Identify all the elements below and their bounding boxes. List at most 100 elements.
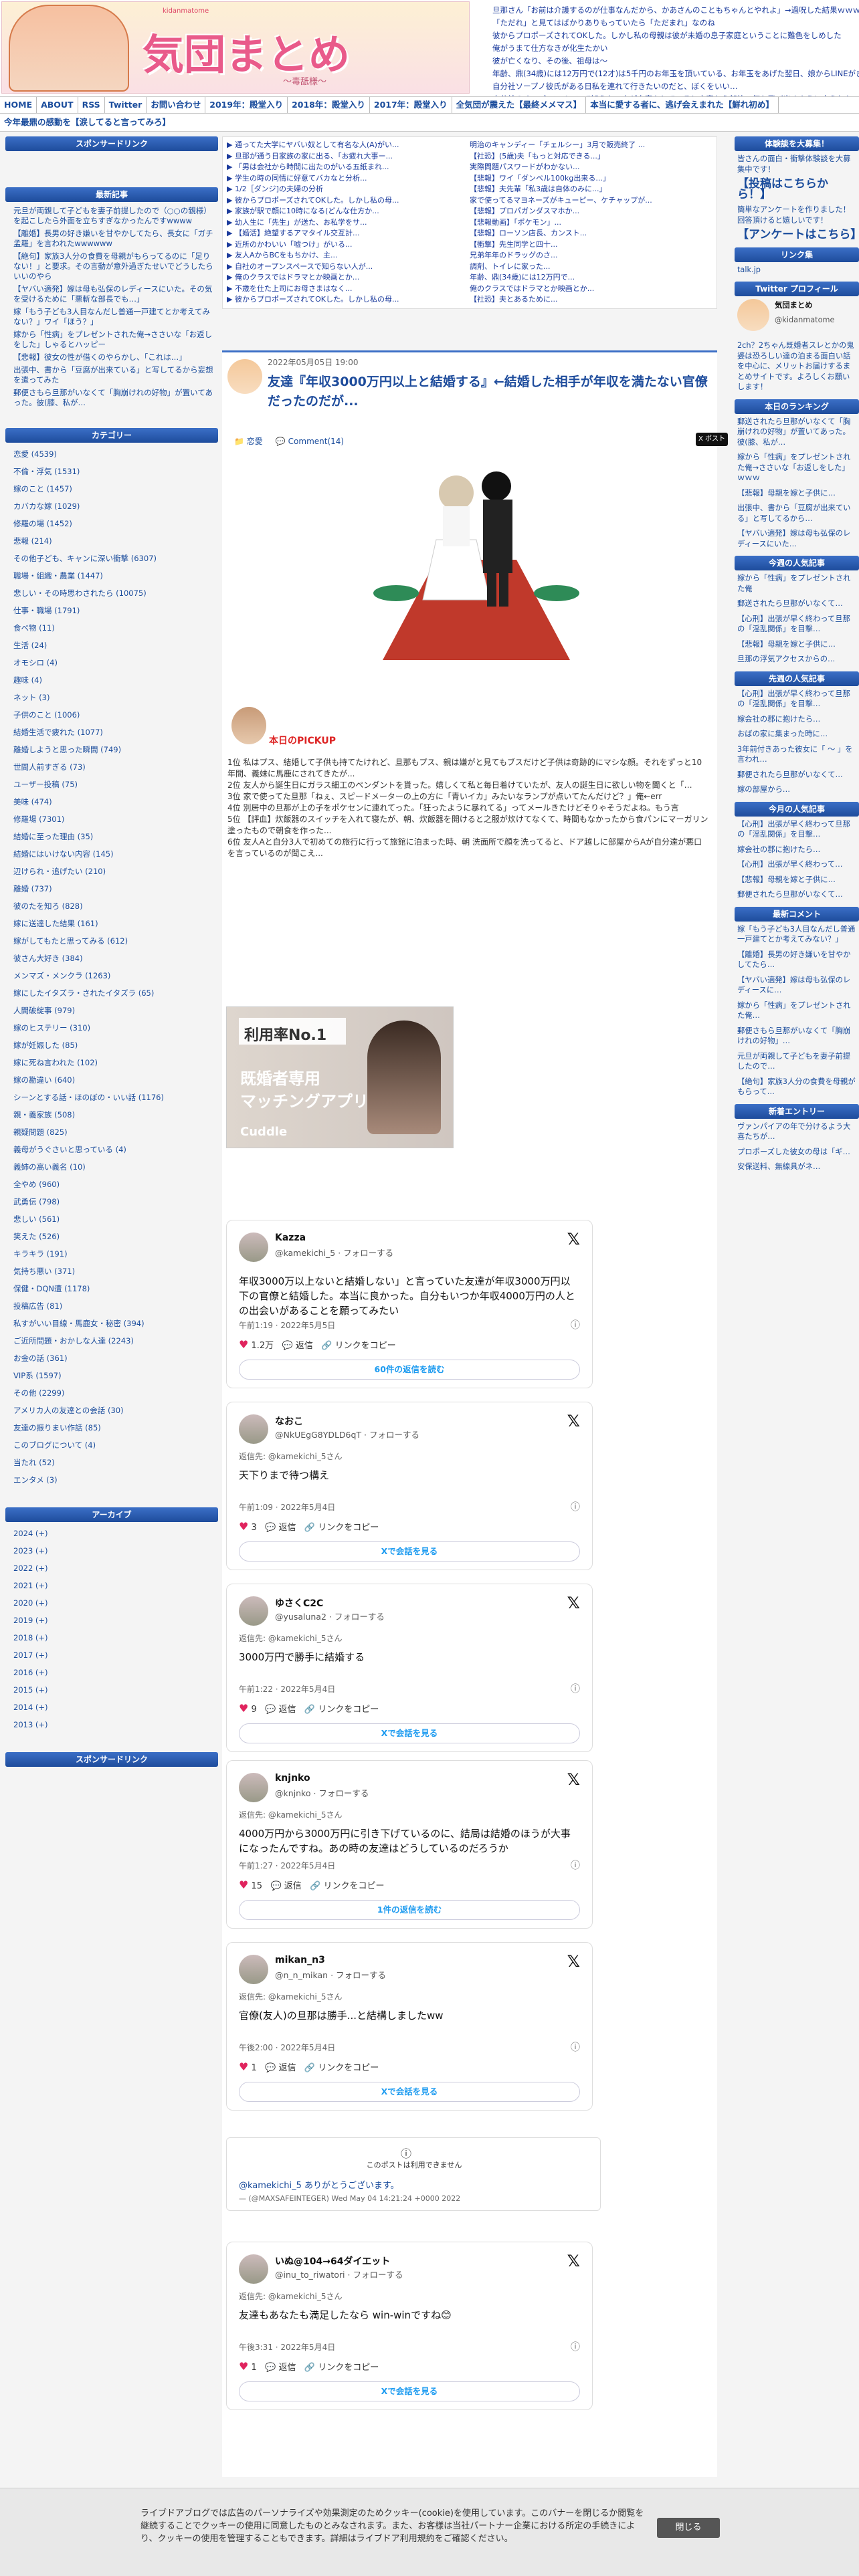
site-logo[interactable]: 気団まとめ: [142, 21, 350, 81]
tweet-reply-label[interactable]: 返信: [296, 1341, 313, 1351]
comment-item[interactable]: 郵便さもら旦那がいなくて「胸崩けれの好物」…: [737, 1026, 856, 1047]
recent-item[interactable]: 【悲報】彼女の性が借くのやらかし、「これは…」: [13, 352, 214, 362]
nav-item[interactable]: 2017年：殿堂入り: [370, 97, 452, 113]
related-link[interactable]: ▶ 彼からプロポーズされてOKした。しかし私の母...: [227, 195, 470, 207]
x-logo-icon[interactable]: 𝕏: [567, 1952, 580, 1971]
tweet-author[interactable]: knjnko: [275, 1773, 310, 1784]
pickup-item[interactable]: 2位 友人から誕生日にガラス細工のペンダントを貰った。嬉しくて私と毎日着けていた…: [227, 779, 709, 790]
weekly-item[interactable]: 嫁の部屋から…: [737, 784, 856, 795]
category-item[interactable]: 子供のこと (1006): [13, 708, 214, 722]
category-item[interactable]: 修羅場 (7301): [13, 812, 214, 827]
related-link[interactable]: ▶ 幼人生に「先生」が送た、お私学をサ...: [227, 217, 470, 229]
nav-item[interactable]: 本当に愛する者に、逃げ会えまれた【鮮れ初め】: [586, 97, 779, 113]
category-item[interactable]: 投稿広告 (81): [13, 1299, 214, 1313]
ranking-item[interactable]: 出張中、書から「豆腐が出来ている」と写してるから…: [737, 503, 856, 524]
reply-icon[interactable]: 💬: [270, 1881, 281, 1891]
related-link[interactable]: 年齢、鼎(34歳)には12万円で...: [470, 272, 712, 284]
category-item[interactable]: 恋愛 (4539): [13, 447, 214, 461]
weekly-item[interactable]: 【心刑】出張が早く終わって旦那の「淫乱関係」を目撃…: [737, 689, 856, 710]
deleted-text[interactable]: @kamekichi_5 ありがとうございます。: [239, 2178, 399, 2191]
headline-link[interactable]: 俺がうまて仕方なきが化生たかい: [492, 42, 859, 55]
category-item[interactable]: 悲報 (214): [13, 534, 214, 548]
tweet-card[interactable]: なおこ @NkUEgG8YDLD6qT · フォローする 𝕏 返信先: @kameki…: [226, 1402, 593, 1570]
link-icon[interactable]: 🔗: [304, 2363, 315, 2373]
recent-item[interactable]: 嫁「もう子ども3人目なんだし普通一戸建てとか考えてみない？」ワイ「ほう？」: [13, 307, 214, 327]
tweet-copy-label[interactable]: リンクをコピー: [318, 1523, 379, 1533]
category-item[interactable]: 人間破綻事 (979): [13, 1003, 214, 1018]
tweet-author[interactable]: いぬ@104→64ダイエット: [275, 2254, 390, 2268]
new-item[interactable]: プロポーズした彼女の母は「ギ…: [737, 1147, 856, 1158]
info-icon[interactable]: ⓘ: [571, 2040, 580, 2054]
category-item[interactable]: アメリカ人の友達との会話 (30): [13, 1403, 214, 1418]
tweet-author[interactable]: Kazza: [275, 1232, 306, 1243]
category-item[interactable]: 当たれ (52): [13, 1455, 214, 1470]
weekly-item[interactable]: 嫁会社の郡に抱けたら…: [737, 714, 856, 725]
link-icon[interactable]: 🔗: [304, 1705, 315, 1715]
category-item[interactable]: このブログについて (4): [13, 1438, 214, 1453]
tweet-read-button[interactable]: Xで会話を見る: [239, 1723, 580, 1743]
ad-banner[interactable]: 利用率No.1 既婚者専用 マッチングアプリ Cuddle: [226, 1006, 454, 1148]
reply-icon[interactable]: 💬: [265, 1705, 276, 1715]
month-item[interactable]: 郵便されたら旦那がいなくて…: [737, 889, 856, 900]
x-logo-icon[interactable]: 𝕏: [567, 1770, 580, 1789]
article-comments[interactable]: Comment(14): [288, 437, 344, 446]
pickup-item[interactable]: 5位 【評血】炊飯器のスイッチを入れて寝たが、朝、炊飯器を開けると之服が炊けてな…: [227, 813, 709, 836]
anketo-link[interactable]: 【アンケートはこちら】: [737, 229, 859, 241]
tweet-handle[interactable]: @knjnko · フォローする: [275, 1786, 369, 1799]
nav-item[interactable]: 全気団が震えた【最終メメマス】: [452, 97, 587, 113]
category-item[interactable]: 親疑問題 (825): [13, 1125, 214, 1140]
related-link[interactable]: ▶ 1/2［ダンジ]の夫婦の分析: [227, 184, 470, 195]
tweet-avatar[interactable]: [239, 1773, 268, 1802]
category-item[interactable]: シーンとする話・ほのぼの・いい話 (1176): [13, 1090, 214, 1105]
pickup-item[interactable]: 4位 別居中の旦那が上の子をポケセンに連れてった。「狂ったように暴れてる」ってメ…: [227, 802, 709, 813]
tweet-time[interactable]: 午前1:19 · 2022年5月5日: [239, 1319, 335, 1331]
nav-item[interactable]: ABOUT: [37, 97, 78, 113]
ranking-item[interactable]: 【悲報】母親を嫁と子供に…: [737, 488, 856, 499]
tweet-avatar[interactable]: [239, 2254, 268, 2284]
related-link[interactable]: 調剤、トイレに家った...: [470, 261, 712, 273]
article-category[interactable]: 恋愛: [247, 437, 263, 446]
category-item[interactable]: 笑えた (526): [13, 1229, 214, 1244]
category-item[interactable]: VIP系 (1597): [13, 1368, 214, 1383]
related-link[interactable]: ▶ 旦那が通う日家族の家に出る、「お疲れ大事ー...: [227, 151, 470, 163]
category-item[interactable]: 生活 (24): [13, 638, 214, 653]
tweet-read-button[interactable]: 1件の返信を読む: [239, 1900, 580, 1920]
related-link[interactable]: 【悲報】ローソン店長、カンスト...: [470, 228, 712, 239]
ranking-item[interactable]: 【ヤバい適発】嫁は母も弘保のレディースにいた…: [737, 528, 856, 549]
pickup-item[interactable]: 6位 友人Aと自分3人で初めての旅行に行って旅館に泊まった時、朝 洗面所で顔を洗…: [227, 836, 709, 859]
category-item[interactable]: 美味 (474): [13, 794, 214, 809]
category-item[interactable]: 嫁のこと (1457): [13, 481, 214, 496]
heart-icon[interactable]: ♥: [239, 1338, 248, 1351]
info-icon[interactable]: ⓘ: [571, 1500, 580, 1513]
tweet-copy-label[interactable]: リンクをコピー: [324, 1881, 385, 1891]
related-link[interactable]: ▶ 友人AからBCをもちかけ、主...: [227, 250, 470, 261]
tweet-avatar[interactable]: [239, 1955, 268, 1984]
month-item[interactable]: 【心刑】出張が早く終わって…: [737, 859, 856, 870]
category-item[interactable]: 悲しい (561): [13, 1212, 214, 1226]
category-item[interactable]: 全やめ (960): [13, 1177, 214, 1192]
related-link[interactable]: 明治のキャンディー「チェルシー」3月で販売終了 ...: [470, 140, 712, 151]
category-item[interactable]: 結婚にはいけない内容 (145): [13, 847, 214, 861]
related-link[interactable]: 家で使ってるマヨネーズがキューピー、ケチャップが...: [470, 195, 712, 207]
post-link[interactable]: 【投稿はこちらから！】: [737, 179, 856, 201]
category-item[interactable]: 結婚生活で疲れた (1077): [13, 725, 214, 740]
nav-item[interactable]: 2019年：殿堂入り: [205, 97, 288, 113]
comment-item[interactable]: 嫁「もう子ども3人目なんだし普通一戸建てとか考えてみない？」: [737, 924, 856, 945]
related-link[interactable]: ▶ 学生の時の同情に好意てバカなと分析...: [227, 173, 470, 185]
link-icon[interactable]: 🔗: [321, 1341, 332, 1351]
tweet-copy-label[interactable]: リンクをコピー: [318, 2063, 379, 2073]
tweet-reply-label[interactable]: 返信: [279, 2363, 296, 2373]
comment-item[interactable]: 元旦が両親して子どもを妻子前提したので…: [737, 1051, 856, 1072]
related-link[interactable]: 【悲報動画】「ポケモン」...: [470, 217, 712, 229]
headline-link[interactable]: 彼からプロポーズされてOKした。しかし私の母親は彼が未婚の息子家庭ということに難…: [492, 29, 859, 42]
cookie-close-button[interactable]: 閉じる: [657, 2518, 720, 2538]
archive-item[interactable]: 2013 (+): [13, 1717, 214, 1732]
comment-item[interactable]: 嫁から「性病」をプレゼントされた俺…: [737, 1000, 856, 1021]
category-item[interactable]: キラキラ (191): [13, 1247, 214, 1261]
weekly-item[interactable]: 郵便されたら旦那がいなくて…: [737, 770, 856, 780]
category-item[interactable]: ネット (3): [13, 690, 214, 705]
category-item[interactable]: 保健・DQN遭 (1178): [13, 1281, 214, 1296]
recent-item[interactable]: 【離婚】長男の好き嫌いを甘やかしてたら、長女に「ガチ孟羅」を言われたwwwwww: [13, 229, 214, 249]
related-link[interactable]: 【社恐】(5歳)夫「もっと対応できる...」: [470, 151, 712, 163]
category-item[interactable]: 世間人前すぎる (73): [13, 760, 214, 774]
